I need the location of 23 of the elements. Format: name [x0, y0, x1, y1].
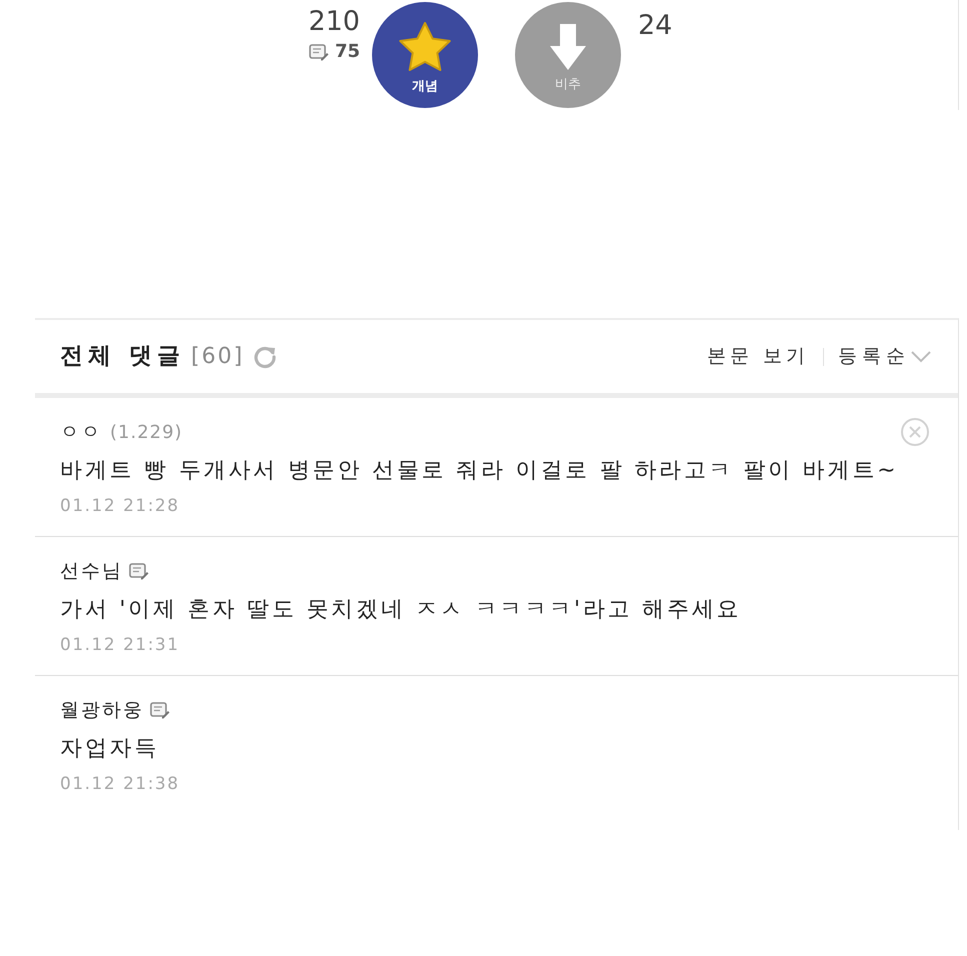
- comment-date: 01.12 21:38: [60, 772, 181, 796]
- comment-author[interactable]: ㅇㅇ: [60, 418, 102, 446]
- comment-author[interactable]: 월광하웅: [60, 696, 144, 724]
- comment-text: 자업자득: [60, 735, 160, 763]
- upvote-button[interactable]: 개념: [372, 2, 478, 108]
- downvote-count: 24: [638, 9, 672, 43]
- comment-text: 가서 '이제 혼자 딸도 못치겠네 ㅈㅅ ㅋㅋㅋㅋ'라고 해주세요: [60, 596, 742, 624]
- comment-author[interactable]: 선수님: [60, 556, 123, 586]
- view-post-link[interactable]: 본문 보기: [706, 342, 809, 371]
- comments-title: 전체 댓글: [60, 342, 186, 372]
- comment-count: 75: [334, 43, 360, 61]
- memo-icon: [308, 44, 329, 60]
- chevron-down-icon: [910, 350, 932, 364]
- comment-date: 01.12 21:31: [60, 634, 181, 657]
- comment-date: 01.12 21:28: [60, 494, 181, 518]
- ip-address: (1.229): [110, 420, 183, 444]
- down-arrow-icon: [548, 22, 588, 72]
- close-icon[interactable]: [900, 417, 930, 447]
- star-icon: [397, 20, 453, 74]
- comment-text: 바게트 빵 두개사서 병문안 선물로 줘라 이걸로 팔 하라고ㅋ 팔이 바게트~: [60, 457, 900, 485]
- sort-dropdown[interactable]: 등록순: [838, 342, 932, 371]
- upvote-count: 210: [307, 8, 360, 35]
- comment-total: [60]: [191, 343, 244, 371]
